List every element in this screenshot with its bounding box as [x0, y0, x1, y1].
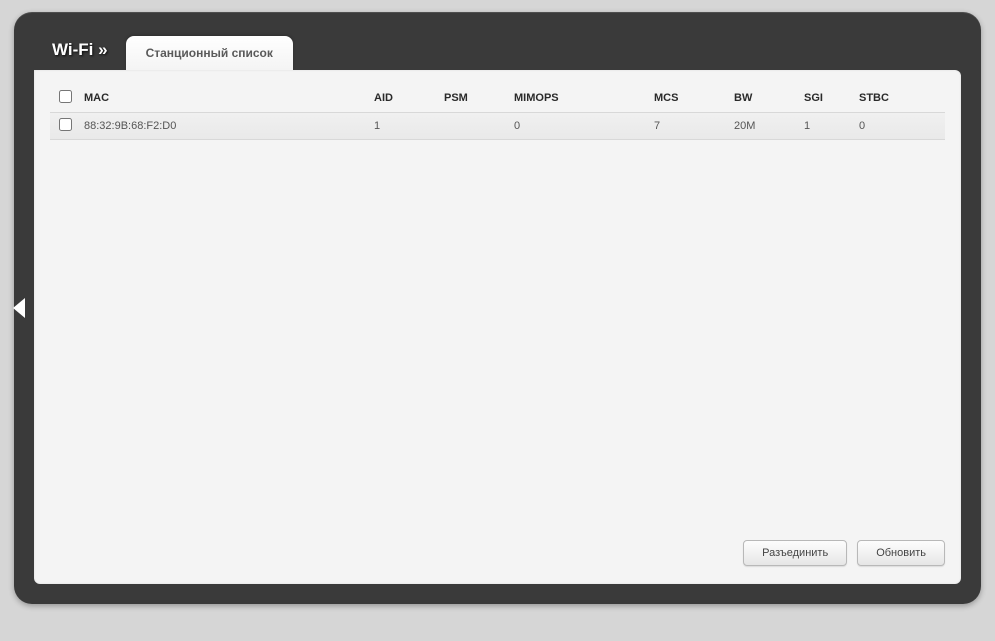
collapse-arrow-icon[interactable] — [13, 298, 25, 318]
table-header-row: MAC AID PSM MIMOPS MCS BW SGI STBC — [50, 84, 945, 113]
cell-aid: 1 — [370, 113, 440, 140]
header-row: Wi-Fi » Станционный список — [14, 12, 981, 70]
main-panel: Wi-Fi » Станционный список MAC AID PSM M… — [14, 12, 981, 604]
header-bw: BW — [730, 84, 800, 113]
cell-mimops: 0 — [510, 113, 650, 140]
select-all-checkbox[interactable] — [59, 90, 72, 103]
content-inner: MAC AID PSM MIMOPS MCS BW SGI STBC — [34, 70, 961, 584]
tab-station-list[interactable]: Станционный список — [126, 36, 293, 70]
cell-psm — [440, 113, 510, 140]
row-checkbox[interactable] — [59, 118, 72, 131]
disconnect-button[interactable]: Разъединить — [743, 540, 847, 566]
cell-stbc: 0 — [855, 113, 945, 140]
header-mac: MAC — [80, 84, 370, 113]
page-title: Wi-Fi » — [52, 40, 108, 70]
cell-mac: 88:32:9B:68:F2:D0 — [80, 113, 370, 140]
row-checkbox-cell — [50, 113, 80, 140]
header-sgi: SGI — [800, 84, 855, 113]
spacer — [50, 140, 945, 532]
header-mcs: MCS — [650, 84, 730, 113]
cell-sgi: 1 — [800, 113, 855, 140]
table-row[interactable]: 88:32:9B:68:F2:D0 1 0 7 20M 1 0 — [50, 113, 945, 140]
station-table: MAC AID PSM MIMOPS MCS BW SGI STBC — [50, 84, 945, 140]
header-mimops: MIMOPS — [510, 84, 650, 113]
header-stbc: STBC — [855, 84, 945, 113]
cell-mcs: 7 — [650, 113, 730, 140]
refresh-button[interactable]: Обновить — [857, 540, 945, 566]
header-aid: AID — [370, 84, 440, 113]
button-row: Разъединить Обновить — [50, 532, 945, 570]
header-psm: PSM — [440, 84, 510, 113]
content-panel: MAC AID PSM MIMOPS MCS BW SGI STBC — [34, 70, 961, 584]
cell-bw: 20M — [730, 113, 800, 140]
header-checkbox-cell — [50, 84, 80, 113]
